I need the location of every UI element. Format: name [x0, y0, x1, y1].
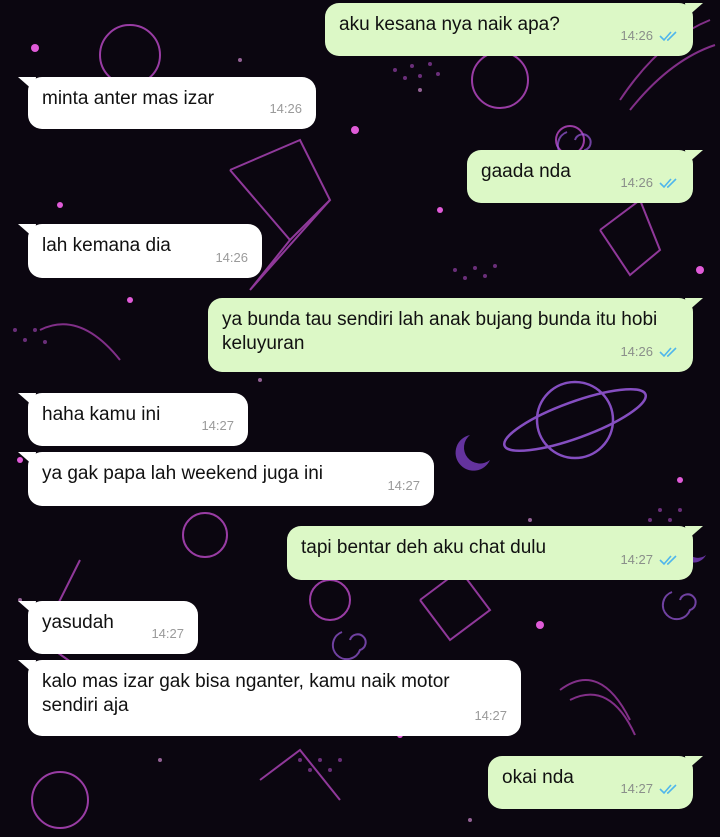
bubble-tail-icon	[685, 150, 703, 164]
message-meta: 14:27	[620, 548, 679, 572]
message-bubble-incoming[interactable]: ya gak papa lah weekend juga ini 14:27	[18, 452, 434, 506]
message-bubble-outgoing[interactable]: ya bunda tau sendiri lah anak bujang bun…	[208, 298, 703, 372]
message-bubble-outgoing[interactable]: aku kesana nya naik apa? 14:26	[325, 3, 703, 56]
bubble-tail-icon	[685, 526, 703, 540]
bubble-tail-icon	[685, 298, 703, 312]
message-meta: 14:27	[151, 622, 184, 646]
bubble-tail-icon	[18, 452, 36, 466]
message-bubble-outgoing[interactable]: gaada nda 14:26	[467, 150, 703, 203]
double-check-icon	[659, 30, 679, 42]
message-bubble-incoming[interactable]: yasudah 14:27	[18, 601, 198, 654]
message-meta: 14:27	[387, 474, 420, 498]
message-text: minta anter mas izar	[42, 88, 215, 109]
bubble-tail-icon	[18, 77, 36, 91]
message-bubble-outgoing[interactable]: okai nda 14:27	[488, 756, 703, 809]
bubble-tail-icon	[18, 660, 36, 674]
message-bubble-incoming[interactable]: kalo mas izar gak bisa nganter, kamu nai…	[18, 660, 521, 736]
message-meta: 14:27	[620, 777, 679, 801]
message-text: ya bunda tau sendiri lah anak bujang bun…	[222, 309, 663, 354]
message-time: 14:27	[387, 478, 420, 493]
double-check-icon	[659, 177, 679, 189]
message-meta: 14:26	[215, 246, 248, 270]
message-meta: 14:26	[620, 340, 679, 364]
bubble-tail-icon	[18, 601, 36, 615]
message-bubble-incoming[interactable]: haha kamu ini 14:27	[18, 393, 248, 446]
double-check-icon	[659, 783, 679, 795]
message-time: 14:26	[269, 101, 302, 116]
message-time: 14:27	[474, 708, 507, 723]
message-time: 14:27	[620, 552, 653, 567]
message-time: 14:27	[620, 781, 653, 796]
message-text: kalo mas izar gak bisa nganter, kamu nai…	[42, 671, 455, 716]
message-meta: 14:27	[201, 414, 234, 438]
message-bubble-incoming[interactable]: minta anter mas izar 14:26	[18, 77, 316, 129]
message-meta: 14:26	[620, 24, 679, 48]
message-bubble-incoming[interactable]: lah kemana dia 14:26	[18, 224, 262, 278]
bubble-tail-icon	[18, 224, 36, 238]
bubble-tail-icon	[685, 756, 703, 770]
message-time: 14:26	[620, 175, 653, 190]
message-meta: 14:26	[269, 97, 302, 121]
message-bubble-outgoing[interactable]: tapi bentar deh aku chat dulu 14:27	[287, 526, 703, 580]
message-time: 14:27	[201, 418, 234, 433]
bubble-tail-icon	[685, 3, 703, 17]
message-time: 14:26	[620, 28, 653, 43]
double-check-icon	[659, 346, 679, 358]
message-time: 14:26	[620, 344, 653, 359]
message-meta: 14:26	[620, 171, 679, 195]
message-time: 14:27	[151, 626, 184, 641]
message-time: 14:26	[215, 250, 248, 265]
message-meta: 14:27	[474, 704, 507, 728]
double-check-icon	[659, 554, 679, 566]
bubble-tail-icon	[18, 393, 36, 407]
message-text: ya gak papa lah weekend juga ini	[42, 463, 323, 484]
